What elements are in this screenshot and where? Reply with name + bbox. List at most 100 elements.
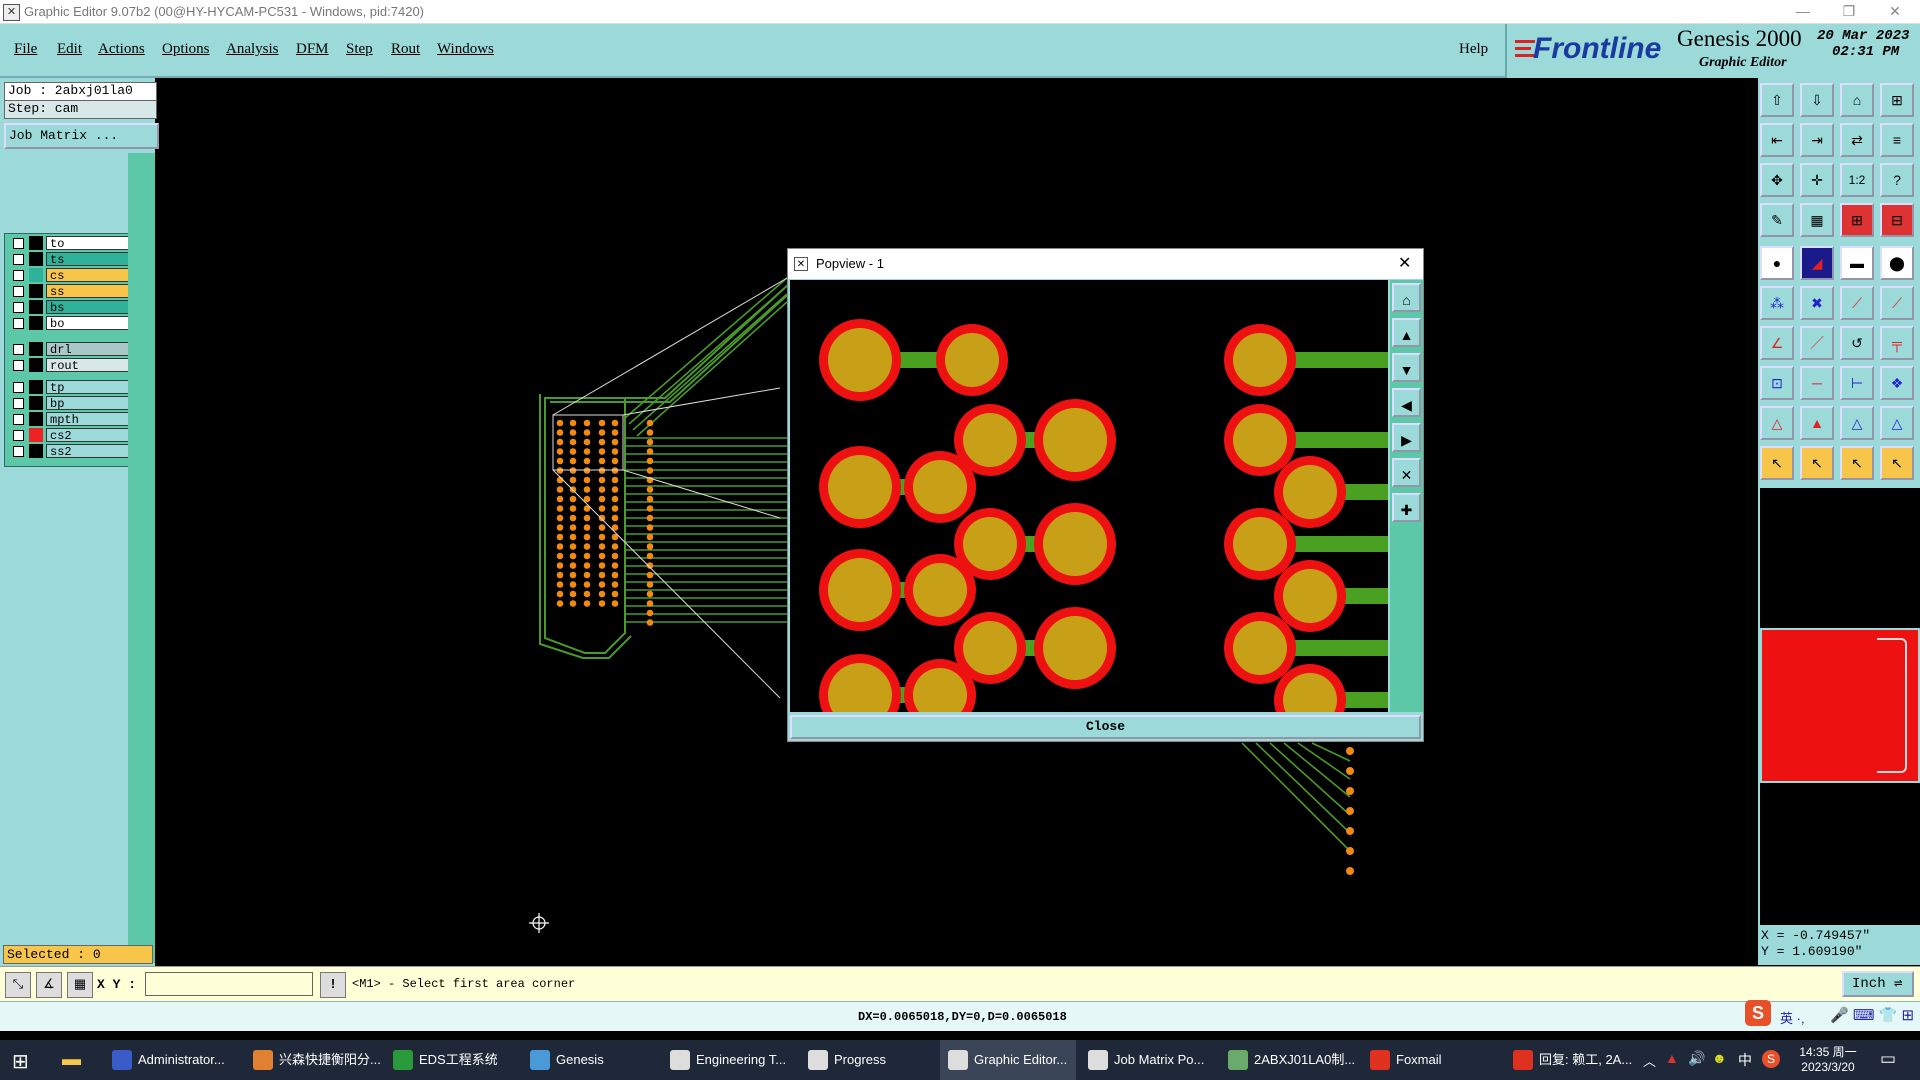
ime-toolbar[interactable]: 英 ·, [1780, 1008, 1805, 1027]
pointer4-icon[interactable]: ↖ [1880, 446, 1914, 480]
popview-canvas[interactable] [790, 280, 1388, 712]
layer-row-tp[interactable]: tp [8, 380, 130, 395]
taskbar-item[interactable]: Administrator... [104, 1040, 240, 1080]
scale-icon[interactable]: 1:2 [1840, 163, 1874, 197]
menu-analysis[interactable]: Analysis [226, 41, 279, 58]
scroll-icon[interactable]: ≡ [1880, 123, 1914, 157]
taskbar-item[interactable]: Progress [800, 1040, 936, 1080]
layer-color-swatch[interactable] [29, 444, 43, 458]
file-explorer-icon[interactable]: ▬ [62, 1049, 81, 1071]
zoom-home-icon[interactable]: ⌂ [1392, 283, 1421, 312]
minimize-button[interactable]: — [1780, 0, 1826, 24]
grid-icon[interactable]: ▦ [1800, 203, 1834, 237]
menu-file[interactable]: File [14, 41, 37, 58]
pointer2-icon[interactable]: ↖ [1800, 446, 1834, 480]
menu-dfm[interactable]: DFM [296, 41, 329, 58]
cross-icon[interactable]: ✖ [1800, 286, 1834, 320]
tray-app-icon[interactable]: ▲ [1665, 1050, 1679, 1066]
layer-checkbox[interactable] [13, 446, 24, 457]
taskbar-item[interactable]: Engineering T... [662, 1040, 798, 1080]
layer-checkbox[interactable] [13, 302, 24, 313]
menu-options[interactable]: Options [162, 41, 210, 58]
taskbar-item[interactable]: Job Matrix Po... [1080, 1040, 1216, 1080]
layer-checkbox[interactable] [13, 360, 24, 371]
layer-row-cs2[interactable]: cs2 [8, 428, 130, 443]
connect-icon[interactable]: ⊡ [1760, 366, 1794, 400]
help-icon[interactable]: ? [1880, 163, 1914, 197]
move-right-icon[interactable]: ⇥ [1800, 123, 1834, 157]
center-icon[interactable]: ✛ [1800, 163, 1834, 197]
layer-color-swatch[interactable] [29, 380, 43, 394]
zoom-out-icon[interactable]: ✕ [1392, 458, 1421, 487]
menu-actions[interactable]: Actions [98, 41, 145, 58]
tray-chevron-icon[interactable]: ︿ [1643, 1051, 1656, 1070]
layer-color-swatch[interactable] [29, 316, 43, 330]
layer-checkbox[interactable] [13, 398, 24, 409]
layer-checkbox[interactable] [13, 318, 24, 329]
layer-checkbox[interactable] [13, 414, 24, 425]
clock-date[interactable]: 2023/3/20 [1798, 1060, 1858, 1074]
taskbar-item[interactable]: Genesis [522, 1040, 658, 1080]
info-icon[interactable]: ! [320, 972, 346, 998]
layer-color-swatch[interactable] [29, 342, 43, 356]
align-icon[interactable]: ╤ [1880, 326, 1914, 360]
popview-close-icon[interactable]: ✕ [1398, 249, 1411, 279]
sogou-tray-icon[interactable]: S [1762, 1050, 1780, 1068]
job-matrix-button[interactable]: Job Matrix ... [4, 123, 159, 149]
slash-icon[interactable]: ／ [1800, 326, 1834, 360]
ime-tools-icon[interactable]: 🎤 ⌨ 👕 ⊞ [1830, 1006, 1914, 1024]
taskbar-item[interactable]: 2ABXJ01LA0制... [1220, 1040, 1356, 1080]
layer-row-ss2[interactable]: ss2 [8, 444, 130, 459]
pointer-icon[interactable]: ↖ [1760, 446, 1794, 480]
layer-color-swatch[interactable] [29, 358, 43, 372]
pan-up-icon[interactable]: ▲ [1392, 318, 1421, 347]
layer-row-bs[interactable]: bs [8, 300, 130, 315]
node-icon[interactable]: ⁂ [1760, 286, 1794, 320]
popview-close-button[interactable]: Close [790, 715, 1421, 739]
layer-color-swatch[interactable] [29, 428, 43, 442]
layer-row-to[interactable]: to [8, 236, 130, 251]
layer-checkbox[interactable] [13, 238, 24, 249]
swap-icon[interactable]: ⇄ [1840, 123, 1874, 157]
layer-up-icon[interactable]: ⇧ [1760, 83, 1794, 117]
circle-icon[interactable]: ⬤ [1880, 246, 1914, 280]
triangle4-icon[interactable]: △ [1880, 406, 1914, 440]
menu-windows[interactable]: Windows [437, 41, 494, 58]
measure-icon[interactable]: ⊞ [1840, 203, 1874, 237]
triangle2-icon[interactable]: ▲ [1800, 406, 1834, 440]
layer-checkbox[interactable] [13, 344, 24, 355]
menu-help[interactable]: Help [1459, 41, 1488, 58]
pad-icon[interactable]: ● [1760, 246, 1794, 280]
layer-color-swatch[interactable] [29, 268, 43, 282]
layer-checkbox[interactable] [13, 286, 24, 297]
minus-icon[interactable]: ─ [1800, 366, 1834, 400]
snap-icon[interactable]: ✎ [1760, 203, 1794, 237]
layer-checkbox[interactable] [13, 270, 24, 281]
line2-icon[interactable]: ⟋ [1880, 286, 1914, 320]
layer-color-swatch[interactable] [29, 284, 43, 298]
tray-smile-icon[interactable]: ☻ [1712, 1050, 1727, 1066]
layer-checkbox[interactable] [13, 382, 24, 393]
taskbar-item[interactable]: 兴森快捷衡阳分... [245, 1040, 381, 1080]
fit-icon[interactable]: ✥ [1760, 163, 1794, 197]
pan-left-icon[interactable]: ◀ [1392, 388, 1421, 417]
angle-icon[interactable]: ∠ [1760, 326, 1794, 360]
layer-color-swatch[interactable] [29, 236, 43, 250]
layer-checkbox[interactable] [13, 430, 24, 441]
split-view-icon[interactable]: ⊞ [1880, 83, 1914, 117]
windows-start-icon[interactable]: ⊞ [12, 1049, 29, 1074]
units-select[interactable]: Inch ⇌ [1842, 971, 1914, 997]
layer-row-cs[interactable]: cs [8, 268, 130, 283]
line-icon[interactable]: ⟋ [1840, 286, 1874, 320]
menu-edit[interactable]: Edit [57, 41, 82, 58]
ruler-icon[interactable]: ▬ [1840, 246, 1874, 280]
grid-mode-icon[interactable]: ▦ [67, 972, 93, 998]
layer-row-rout[interactable]: rout [8, 358, 130, 373]
close-button[interactable]: ✕ [1872, 0, 1918, 24]
pan-right-icon[interactable]: ▶ [1392, 423, 1421, 452]
notification-icon[interactable]: ▭ [1880, 1049, 1896, 1069]
volume-icon[interactable]: 🔊 [1688, 1050, 1705, 1067]
layer-row-mpth[interactable]: mpth [8, 412, 130, 427]
taskbar-item[interactable]: 回复: 赖工, 2A... [1505, 1040, 1641, 1080]
layer-row-ts[interactable]: ts [8, 252, 130, 267]
